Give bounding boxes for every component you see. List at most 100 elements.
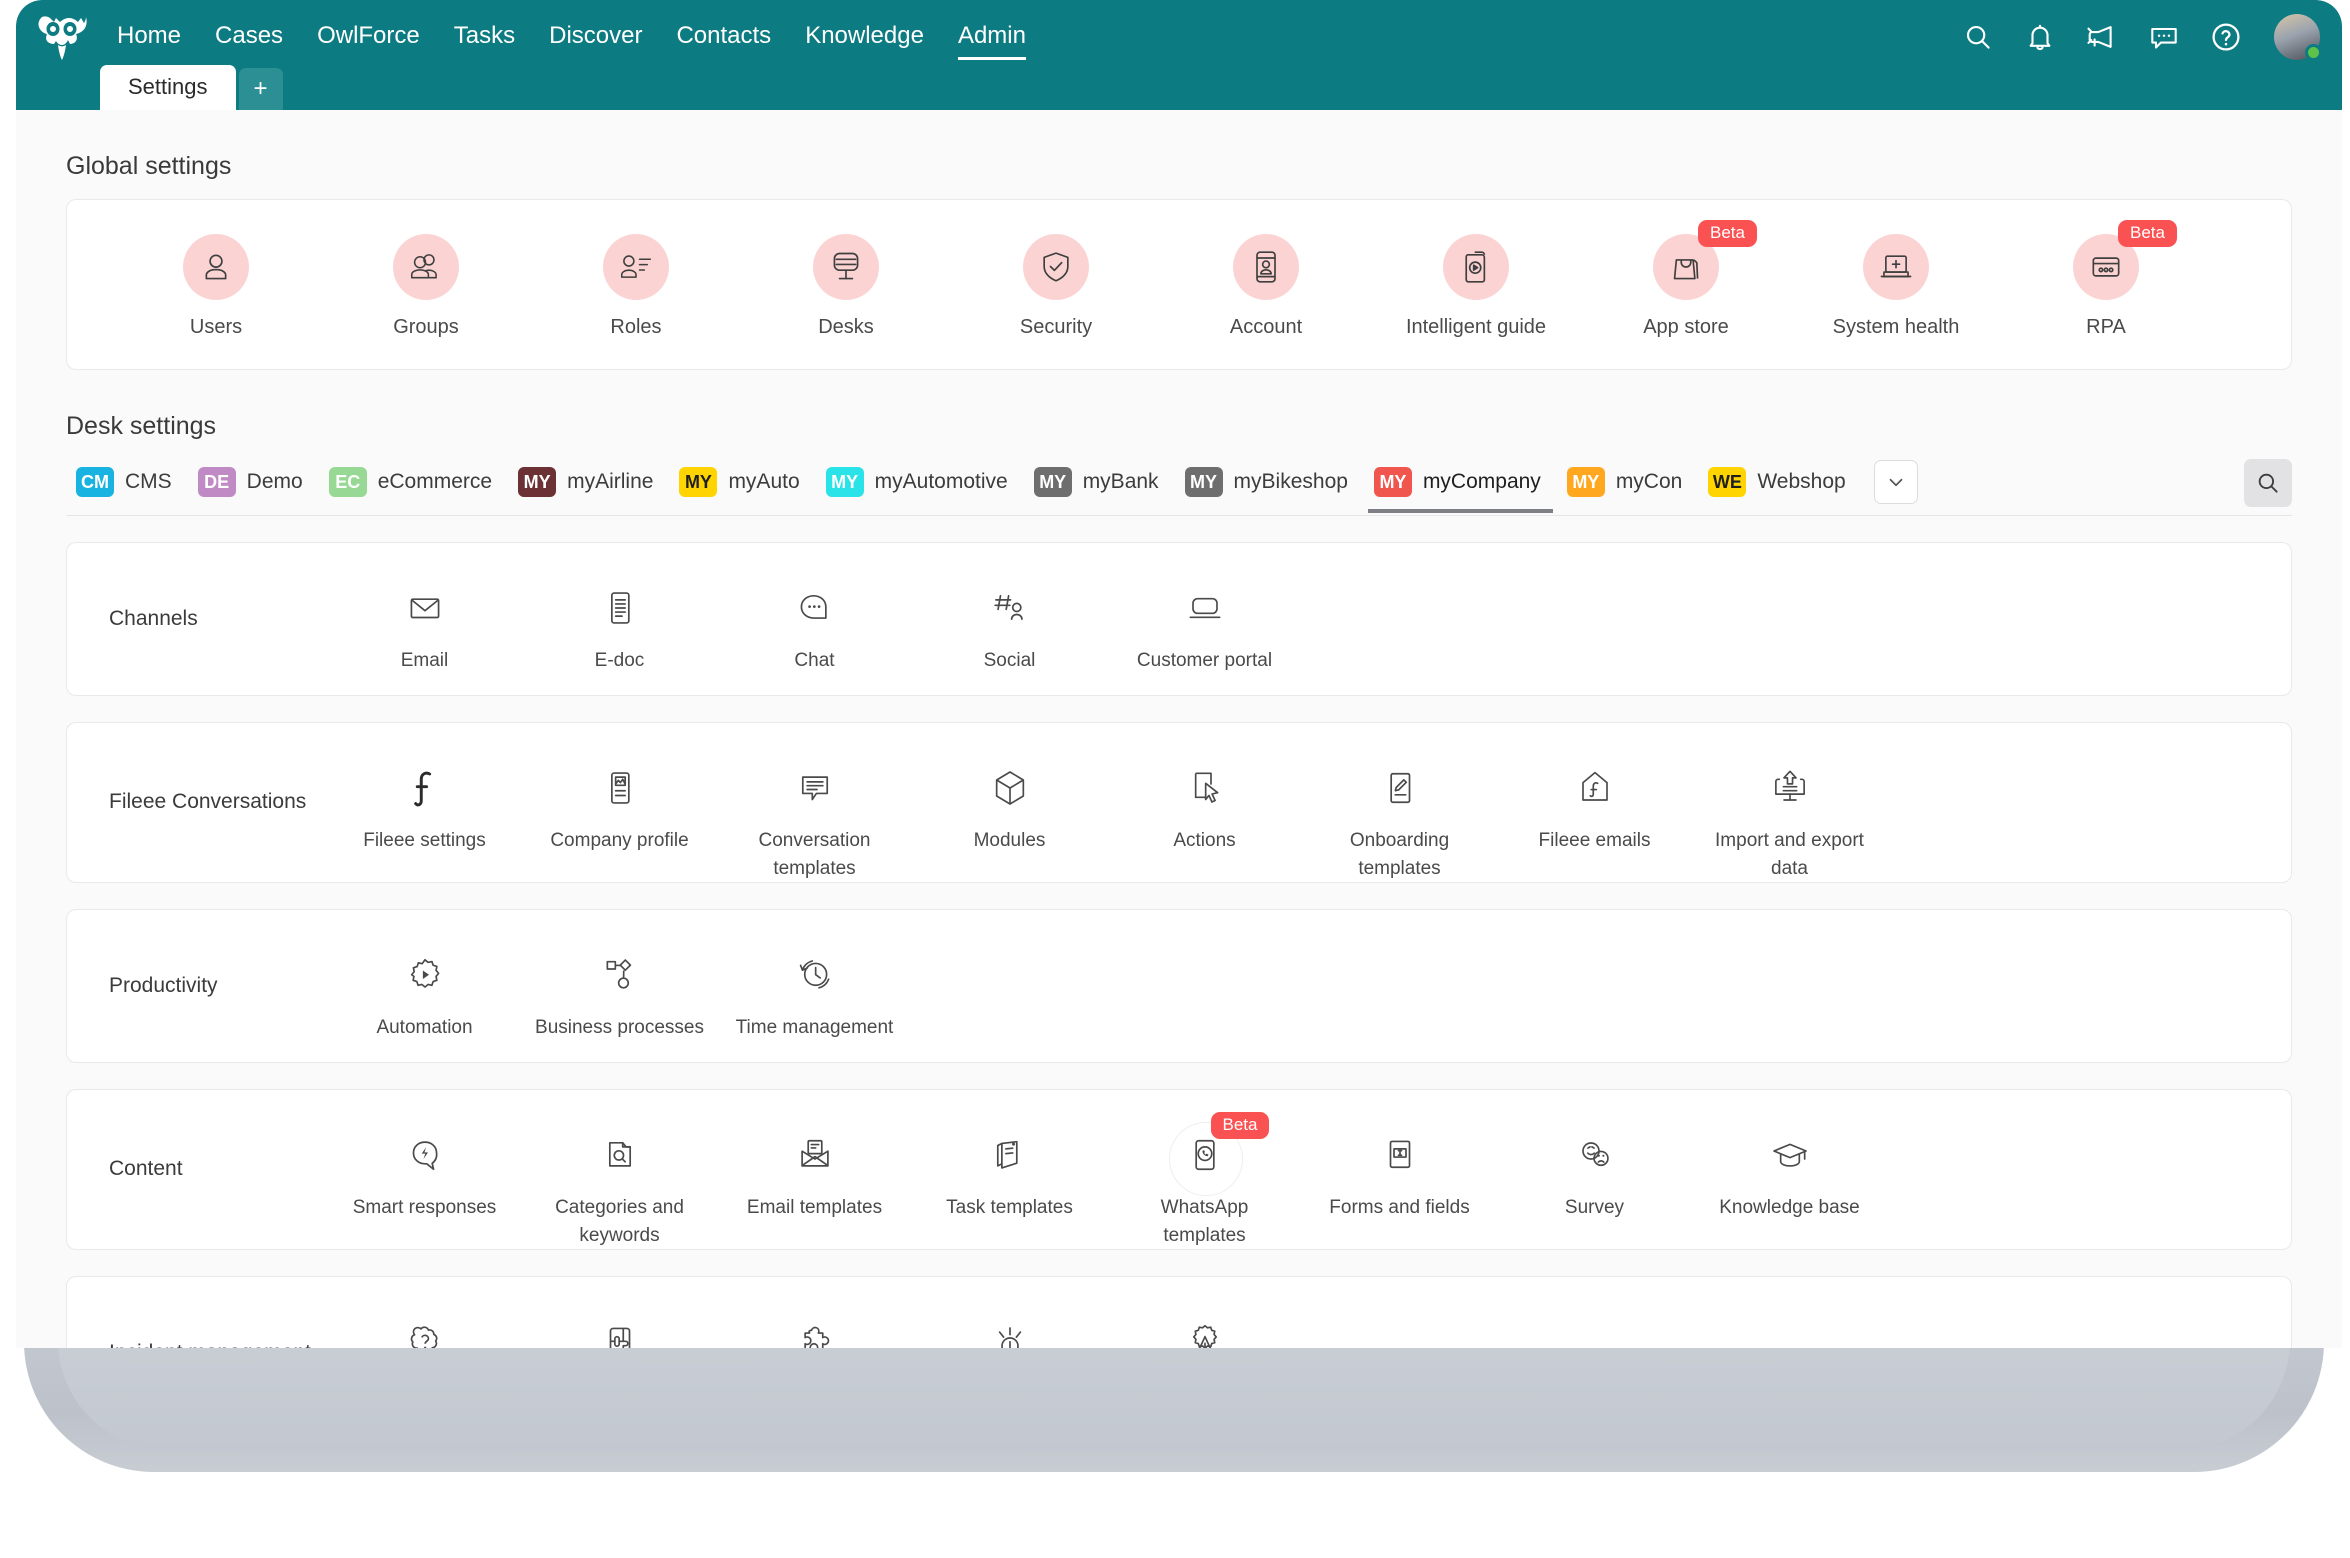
setting-label: Onboarding templates [1349,830,1450,879]
clock-refresh-icon [788,948,842,1002]
global-item-label: App store [1643,316,1729,338]
puzzle-piece-icon [788,1315,842,1348]
setting-label: Categories and keywords [555,1197,684,1246]
desk-tab-webshop[interactable]: WE Webshop [1698,461,1861,513]
setting-actions[interactable]: Actions [1107,761,1302,855]
setting-social[interactable]: Social [912,581,1107,675]
group-label: Incident management [67,1277,327,1348]
desk-tab-mycon[interactable]: MY myCon [1557,461,1699,513]
megaphone-icon[interactable] [2084,19,2120,55]
global-item-label: System health [1832,316,1960,338]
monitor-icon [1178,581,1232,635]
desk-tab-myautomotive[interactable]: MY myAutomotive [816,461,1024,513]
setting-chat[interactable]: Chat [717,581,912,675]
nav-item-tasks[interactable]: Tasks [437,8,532,64]
global-item-users[interactable]: Users [111,234,321,339]
puzzle-page-icon [593,1315,647,1348]
desk-tab-myauto[interactable]: MY myAuto [669,461,815,513]
setting-customer-portal[interactable]: Customer portal [1107,581,1302,675]
desk-tab-mybank[interactable]: MY myBank [1024,461,1175,513]
setting-approval-settings[interactable]: Approval settings [1107,1315,1302,1348]
desk-icon [813,234,879,300]
setting-email[interactable]: Email [327,581,522,675]
nav-item-contacts[interactable]: Contacts [659,8,788,64]
global-item-security[interactable]: Security [951,234,1161,339]
add-tab-button[interactable]: + [238,68,283,110]
nav-item-knowledge[interactable]: Knowledge [788,8,941,64]
desk-tab-label: myBikeshop [1233,470,1348,493]
setting-fileee-settings[interactable]: Fileee settings [327,761,522,855]
global-item-system-health[interactable]: System health [1791,234,2001,339]
global-item-label: Roles [610,316,662,338]
setting-categories-keywords[interactable]: Categories and keywords [522,1128,717,1249]
desk-tab-myairline[interactable]: MY myAirline [508,461,669,513]
tab-settings[interactable]: Settings [100,65,236,110]
setting-company-profile[interactable]: Company profile [522,761,717,855]
avatar[interactable] [2274,14,2322,61]
setting-fileee-emails[interactable]: Fileee emails [1497,761,1692,855]
desk-tabs-more-button[interactable] [1873,460,1918,504]
nav-item-discover[interactable]: Discover [532,8,659,64]
desk-tab-demo[interactable]: DE Demo [188,461,319,513]
setting-business-processes[interactable]: Business processes [522,948,717,1042]
nav-item-owlforce[interactable]: OwlForce [300,8,437,64]
setting-knowledge-base[interactable]: Knowledge base [1692,1128,1887,1222]
nav-item-admin[interactable]: Admin [941,8,1043,64]
chevron-down-icon [1889,478,1903,487]
desk-chip: CM [76,467,114,497]
owl-logo-icon[interactable] [32,8,94,70]
desk-tab-ecommerce[interactable]: EC eCommerce [319,461,508,513]
chat-icon[interactable] [2146,19,2182,55]
device-bezel [24,1340,2324,1472]
desk-tab-cms[interactable]: CM CMS [66,461,188,513]
setting-conversation-templates[interactable]: Conversation templates [717,761,912,882]
setting-import-export-data[interactable]: Import and export data [1692,761,1887,882]
global-item-label: RPA [2086,316,2126,338]
desk-chip: MY [679,467,718,497]
folder-search-icon [593,1128,647,1182]
global-item-app-store[interactable]: Beta App store [1581,220,1791,339]
bolt-bubble-icon [398,1128,452,1182]
global-item-intelligent-guide[interactable]: Intelligent guide [1371,234,1581,339]
nav-item-cases[interactable]: Cases [198,8,300,64]
graduation-cap-icon [1763,1128,1817,1182]
setting-automation[interactable]: Automation [327,948,522,1042]
setting-whatsapp-templates[interactable]: Beta WhatsApp templates [1107,1112,1302,1249]
user-roles-icon [603,234,669,300]
desk-tab-mybikeshop[interactable]: MY myBikeshop [1175,461,1364,513]
desk-search-button[interactable] [2244,459,2292,507]
nav-item-home[interactable]: Home [100,8,198,64]
search-icon [2258,473,2278,493]
setting-label: Smart responses [352,1197,497,1219]
setting-survey[interactable]: Survey [1497,1128,1692,1222]
status-badge [2305,44,2322,61]
global-item-rpa[interactable]: Beta RPA [2001,220,2211,339]
setting-onboarding-templates[interactable]: Onboarding templates [1302,761,1497,882]
setting-symptoms[interactable]: Symptoms [912,1315,1107,1348]
setting-resolutions[interactable]: Resolutions [522,1315,717,1348]
device-frame: Home Cases OwlForce Tasks Discover Conta… [8,0,2350,1472]
setting-time-management[interactable]: Time management [717,948,912,1042]
bell-icon[interactable] [2022,19,2058,55]
search-icon[interactable] [1960,19,1996,55]
global-item-roles[interactable]: Roles [531,234,741,339]
desk-chip: MY [825,467,864,497]
global-item-label: Intelligent guide [1405,316,1547,338]
global-item-desks[interactable]: Desks [741,234,951,339]
setting-modules[interactable]: Modules [912,761,1107,855]
fileee-f-icon [398,761,452,815]
setting-e-doc[interactable]: E-doc [522,581,717,675]
setting-email-templates[interactable]: Email templates [717,1128,912,1222]
setting-task-templates[interactable]: Task templates [912,1128,1107,1222]
setting-forms-and-fields[interactable]: Forms and fields [1302,1128,1497,1222]
desk-tab-mycompany[interactable]: MY myCompany [1364,461,1557,513]
top-navigation-bar: Home Cases OwlForce Tasks Discover Conta… [16,0,2342,110]
global-item-account[interactable]: Account [1161,234,1371,339]
setting-causes[interactable]: Causes [327,1315,522,1348]
setting-resolution-type[interactable]: Resolution type [717,1315,912,1348]
help-icon[interactable] [2208,19,2244,55]
beta-badge: Beta [2118,220,2177,247]
global-item-groups[interactable]: Groups [321,234,531,339]
setting-smart-responses[interactable]: Smart responses [327,1128,522,1222]
settings-content: Global settings Users Groups Roles Desks… [16,152,2342,1348]
